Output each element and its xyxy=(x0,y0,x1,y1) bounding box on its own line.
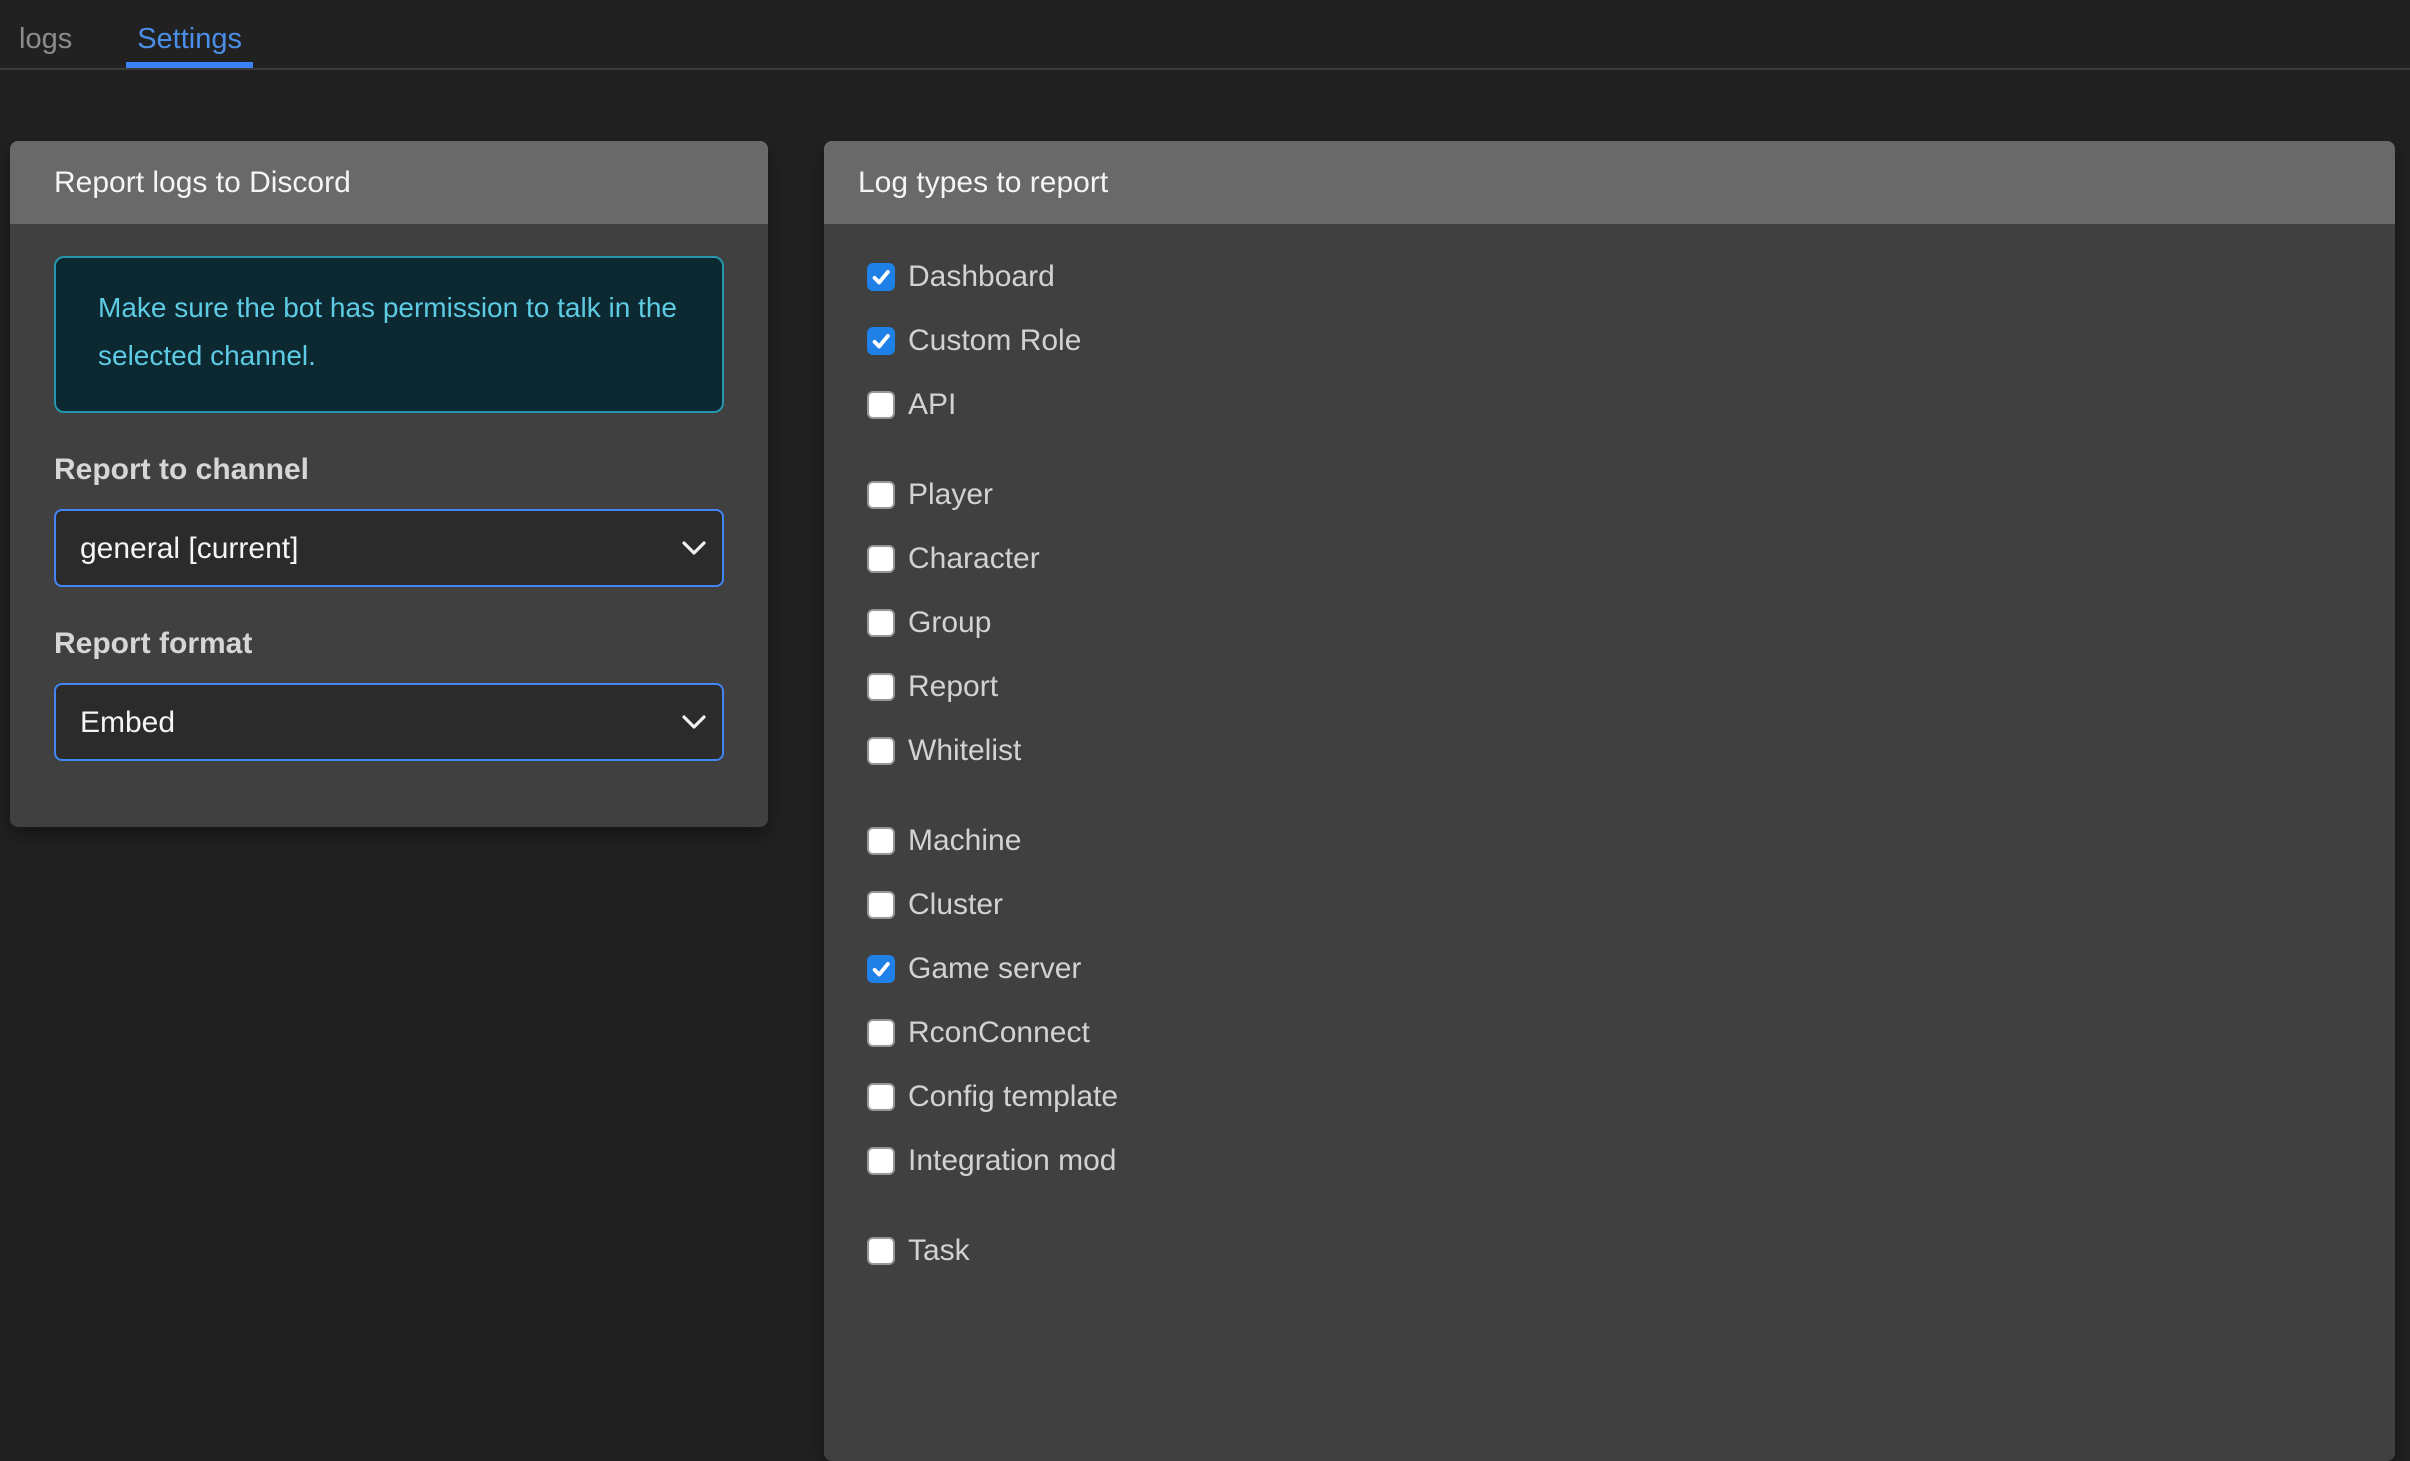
report-format-label: Report format xyxy=(54,627,253,660)
log-type-label: Machine xyxy=(908,824,1022,857)
log-type-row: Report xyxy=(867,666,2351,708)
log-type-checkbox-unchecked[interactable] xyxy=(867,673,895,701)
report-format-select-wrap: Embed xyxy=(54,683,724,761)
log-type-row: Character xyxy=(867,538,2351,580)
permission-notice-text: Make sure the bot has permission to talk… xyxy=(98,292,677,371)
log-types-panel-title: Log types to report xyxy=(858,165,1109,199)
log-type-row: Integration mod xyxy=(867,1140,2351,1182)
log-type-checkbox-checked[interactable] xyxy=(867,263,895,291)
log-type-label: RconConnect xyxy=(908,1016,1090,1049)
log-type-label: Task xyxy=(908,1234,970,1267)
log-type-label: Game server xyxy=(908,952,1082,985)
checkmark-icon xyxy=(872,334,890,349)
log-type-label: Integration mod xyxy=(908,1144,1117,1177)
log-type-row: API xyxy=(867,384,2351,426)
log-type-checkbox-unchecked[interactable] xyxy=(867,1237,895,1265)
log-type-label: Character xyxy=(908,542,1040,575)
log-type-row: Cluster xyxy=(867,884,2351,926)
log-type-checkbox-unchecked[interactable] xyxy=(867,391,895,419)
log-type-row: Group xyxy=(867,602,2351,644)
log-type-checkbox-unchecked[interactable] xyxy=(867,737,895,765)
log-type-label: API xyxy=(908,388,957,421)
log-type-row: Dashboard xyxy=(867,256,2351,298)
checkmark-icon xyxy=(872,962,890,977)
report-logs-panel-header: Report logs to Discord xyxy=(10,141,768,224)
log-type-checkbox-unchecked[interactable] xyxy=(867,1147,895,1175)
log-type-label: Player xyxy=(908,478,994,511)
log-type-row: RconConnect xyxy=(867,1012,2351,1054)
log-type-checkbox-unchecked[interactable] xyxy=(867,891,895,919)
permission-notice: Make sure the bot has permission to talk… xyxy=(54,256,724,413)
log-type-row: Machine xyxy=(867,820,2351,862)
log-type-label: Report xyxy=(908,670,999,703)
log-type-checkbox-unchecked[interactable] xyxy=(867,1019,895,1047)
log-type-checkbox-checked[interactable] xyxy=(867,327,895,355)
report-channel-select[interactable]: general [current] xyxy=(54,509,724,587)
log-type-label: Cluster xyxy=(908,888,1004,921)
log-type-row: Whitelist xyxy=(867,730,2351,772)
log-type-checkbox-unchecked[interactable] xyxy=(867,481,895,509)
report-logs-panel: Report logs to Discord Make sure the bot… xyxy=(10,141,768,827)
log-type-checkbox-unchecked[interactable] xyxy=(867,1083,895,1111)
tab-logs[interactable]: logs xyxy=(8,0,83,68)
log-type-checkbox-unchecked[interactable] xyxy=(867,827,895,855)
log-type-row: Config template xyxy=(867,1076,2351,1118)
tab-bar: logs Settings xyxy=(0,0,2410,70)
log-type-checkbox-unchecked[interactable] xyxy=(867,609,895,637)
log-type-row: Custom Role xyxy=(867,320,2351,362)
log-type-label: Group xyxy=(908,606,992,639)
log-type-label: Custom Role xyxy=(908,324,1082,357)
report-logs-panel-body: Make sure the bot has permission to talk… xyxy=(10,256,768,761)
log-type-row: Game server xyxy=(867,948,2351,990)
log-type-row: Player xyxy=(867,474,2351,516)
checkmark-icon xyxy=(872,270,890,285)
log-type-checkbox-unchecked[interactable] xyxy=(867,545,895,573)
log-types-panel: Log types to report Dashboard Custom Role… xyxy=(824,141,2395,1461)
report-logs-panel-title: Report logs to Discord xyxy=(54,165,351,199)
log-type-checkbox-checked[interactable] xyxy=(867,955,895,983)
log-type-label: Dashboard xyxy=(908,260,1055,293)
report-channel-select-wrap: general [current] xyxy=(54,509,724,587)
log-types-panel-header: Log types to report xyxy=(824,141,2395,224)
log-type-label: Config template xyxy=(908,1080,1119,1113)
tab-settings[interactable]: Settings xyxy=(126,0,253,68)
report-format-select[interactable]: Embed xyxy=(54,683,724,761)
log-type-label: Whitelist xyxy=(908,734,1022,767)
log-types-list: Dashboard Custom Role API Player Character Gr… xyxy=(824,224,2395,1272)
report-channel-label: Report to channel xyxy=(54,453,310,486)
log-type-row: Task xyxy=(867,1230,2351,1272)
